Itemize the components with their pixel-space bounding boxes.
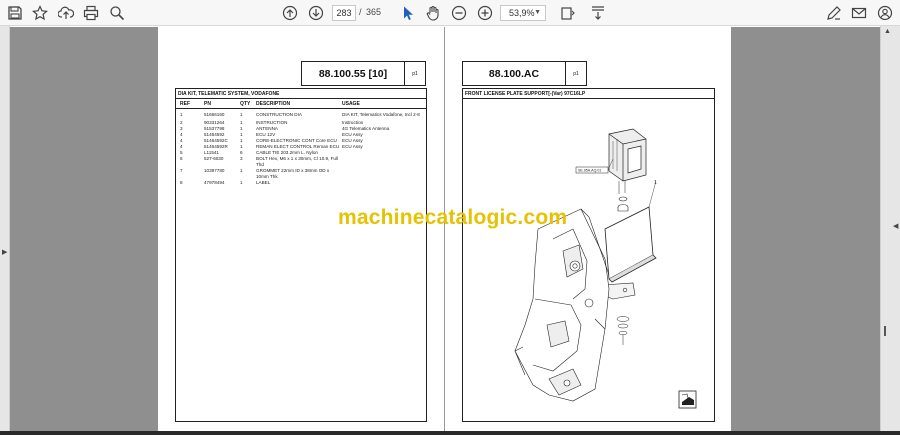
parts-list-caption: DIA KIT, TELEMATIC SYSTEM, VODAFONE [176, 89, 426, 99]
scrollbar-thumb[interactable] [884, 326, 886, 336]
row-qty: 1 [240, 112, 243, 117]
machine-frame-drawing [514, 208, 610, 402]
row-pn: 10397780 [204, 168, 225, 173]
fit-page-icon[interactable] [559, 4, 577, 22]
zoom-level-select[interactable]: 53,9% ▼ [500, 5, 546, 21]
row-pn: 527-6030 [204, 156, 224, 161]
hand-icon[interactable] [424, 4, 442, 22]
toolbar: 283 / 365 53,9% ▼ [0, 0, 900, 26]
row-description: BOLT Hex, M6 x 1 x 30mm, Cl 10.9, Full T… [256, 156, 339, 167]
license-plate-drawing [604, 206, 657, 283]
watermark: machinecatalogic.com [338, 206, 568, 229]
save-icon[interactable] [6, 4, 24, 22]
header-usage: USAGE [342, 100, 360, 107]
bookmark-star-icon[interactable] [31, 4, 49, 22]
page-separator: / [359, 7, 362, 17]
page-sub-label: p1 [412, 70, 418, 77]
parts-list-frame: DIA KIT, TELEMATIC SYSTEM, VODAFONE REF … [175, 88, 427, 422]
row-qty: 1 [240, 180, 243, 185]
select-cursor-icon[interactable] [399, 4, 417, 22]
chevron-right-icon: ▶ [2, 249, 8, 256]
diagram-frame: FRONT LICENSE PLATE SUPPORT[-(Var) 97C16… [462, 88, 715, 422]
table-row: 8 47978494 1 LABEL [176, 180, 426, 186]
row-ref: 7 [180, 168, 183, 173]
row-usage [342, 156, 426, 168]
row-ref: 8 [180, 180, 183, 185]
scroll-up-icon[interactable]: ▲ [884, 28, 891, 35]
scroll-mode-icon[interactable] [589, 4, 607, 22]
header-ref: REF [180, 100, 190, 107]
row-pn: 47978494 [204, 180, 225, 185]
row-qty: 3 [240, 156, 243, 161]
ecu-drawing [608, 128, 647, 194]
row-ref: 1 [180, 112, 183, 117]
page-down-icon[interactable] [307, 4, 325, 22]
row-description: GROMMET 22mm ID x 38mm OD x 10mm Thk [256, 168, 330, 179]
row-description: LABEL [256, 180, 271, 185]
header-pn: PN [204, 100, 211, 107]
page-type-icon [678, 390, 697, 409]
print-icon[interactable] [82, 4, 100, 22]
page-sub-label: p1 [573, 70, 579, 77]
zoom-out-icon[interactable] [450, 4, 468, 22]
zoom-search-icon[interactable] [108, 4, 126, 22]
annotate-icon[interactable] [825, 4, 843, 22]
row-description: CONSTRUCTION DIA [256, 112, 302, 117]
page-number-input[interactable]: 283 [332, 5, 356, 21]
zoom-in-icon[interactable] [476, 4, 494, 22]
header-description: DESCRIPTION [256, 100, 291, 107]
upload-icon[interactable] [57, 4, 75, 22]
row-usage [342, 180, 426, 186]
callout-part-number: 1 [654, 180, 657, 186]
page-up-icon[interactable] [281, 4, 299, 22]
page-code: 88.100.AC [463, 62, 566, 85]
row-pn: 51666160 [204, 112, 225, 117]
table-row: 1 51666160 1 CONSTRUCTION DIA DIA KIT, T… [176, 112, 426, 118]
chevron-down-icon: ▼ [534, 9, 541, 16]
left-panel-toggle[interactable]: ▶ [0, 26, 10, 435]
callout-tag-text: SE.95A.AQ.01 [578, 169, 601, 173]
parts-table-body: 1 51666160 1 CONSTRUCTION DIA DIA KIT, T… [176, 109, 426, 186]
chevron-left-icon[interactable]: ◀ [893, 222, 898, 230]
status-bar [0, 431, 900, 435]
hardware-drawing [617, 196, 629, 212]
parts-table-header: REF PN QTY DESCRIPTION USAGE [176, 99, 426, 109]
email-icon[interactable] [850, 4, 868, 22]
table-row: 7 10397780 1 GROMMET 22mm ID x 38mm OD x… [176, 168, 426, 180]
page-code-box: 88.100.AC p1 [462, 61, 587, 86]
zoom-level-value: 53,9% [509, 8, 535, 18]
row-qty: 1 [240, 168, 243, 173]
account-icon[interactable] [876, 4, 894, 22]
vertical-scrollbar[interactable]: ▲ ◀ [880, 26, 900, 435]
washers-drawing [616, 316, 630, 345]
page-code: 88.100.55 [10] [302, 62, 405, 85]
page-total: 365 [366, 7, 382, 17]
row-usage [342, 168, 426, 180]
row-ref: 6 [180, 156, 183, 161]
row-usage: DIA KIT, Telematics Vodafone, Incl 2-8 [342, 112, 420, 117]
license-plate-support-diagram: SE.95A.AQ.01 1 [514, 128, 697, 409]
page-code-box: 88.100.55 [10] p1 [301, 61, 426, 86]
table-row: 6 527-6030 3 BOLT Hex, M6 x 1 x 30mm, Cl… [176, 156, 426, 168]
header-qty: QTY [240, 100, 251, 107]
